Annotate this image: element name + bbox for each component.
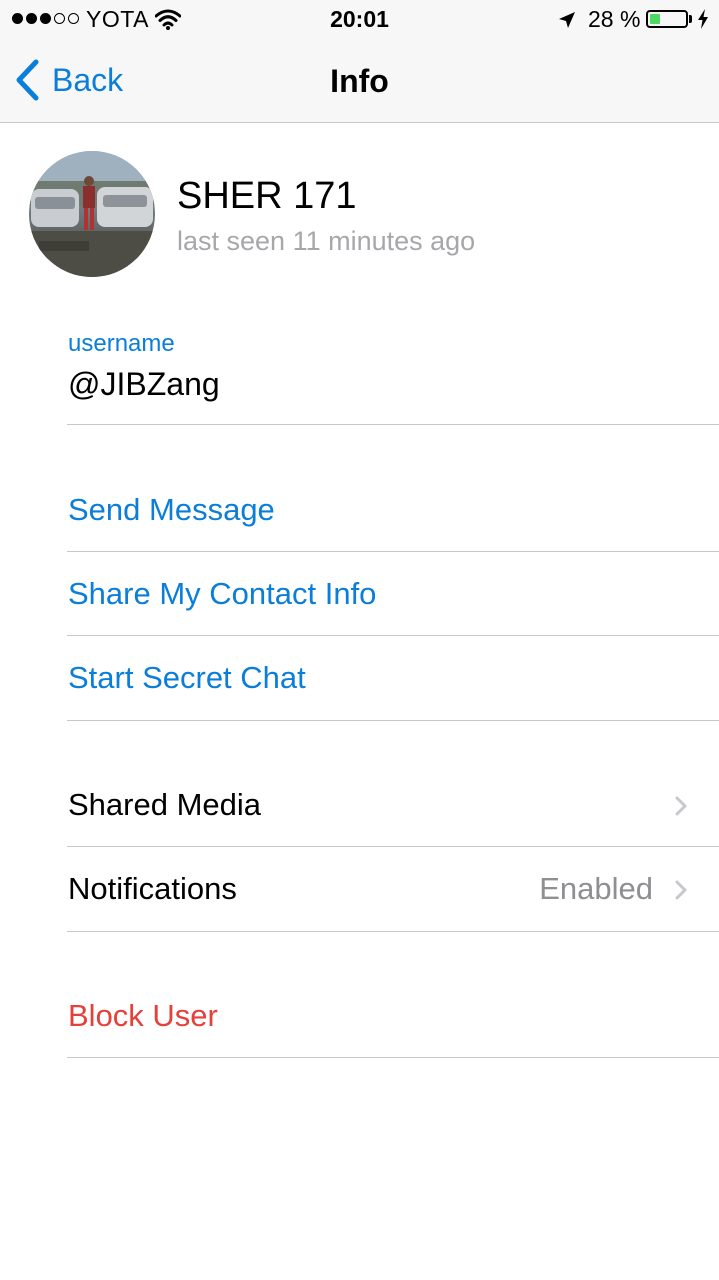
divider	[67, 720, 719, 721]
share-contact-info-button[interactable]: Share My Contact Info	[68, 552, 719, 636]
start-secret-chat-button[interactable]: Start Secret Chat	[68, 636, 719, 720]
avatar-photo	[29, 151, 155, 277]
username-label: username	[68, 330, 175, 357]
notifications-label: Notifications	[68, 871, 237, 906]
avatar[interactable]	[29, 151, 155, 277]
battery-level-fill	[650, 14, 660, 24]
contact-name: SHER 171	[177, 175, 357, 217]
battery-percentage: 28 %	[588, 6, 641, 32]
send-message-button[interactable]: Send Message	[68, 468, 719, 552]
charging-bolt-icon	[698, 9, 708, 29]
divider	[67, 1057, 719, 1058]
battery-terminal	[689, 15, 692, 23]
shared-media-label: Shared Media	[68, 787, 262, 822]
block-user-label: Block User	[68, 998, 218, 1033]
divider	[67, 931, 719, 932]
status-bar: YOTA 20:01 28 %	[0, 0, 719, 40]
chevron-right-icon	[675, 880, 687, 900]
block-user-button[interactable]: Block User	[68, 974, 719, 1058]
notifications-row[interactable]: Notifications Enabled	[68, 847, 719, 931]
chevron-right-icon	[675, 796, 687, 816]
send-message-label: Send Message	[68, 492, 275, 527]
top-bar: YOTA 20:01 28 % Back Info	[0, 0, 719, 123]
last-seen-status: last seen 11 minutes ago	[177, 226, 476, 256]
battery-icon	[646, 10, 688, 28]
username-value[interactable]: @JIBZang	[68, 366, 220, 403]
start-secret-chat-label: Start Secret Chat	[68, 660, 306, 695]
page-title: Info	[330, 63, 389, 99]
divider	[67, 424, 719, 425]
location-arrow-icon	[559, 12, 575, 28]
shared-media-row[interactable]: Shared Media	[68, 763, 719, 847]
share-contact-info-label: Share My Contact Info	[68, 576, 377, 611]
notifications-value: Enabled	[539, 871, 653, 906]
